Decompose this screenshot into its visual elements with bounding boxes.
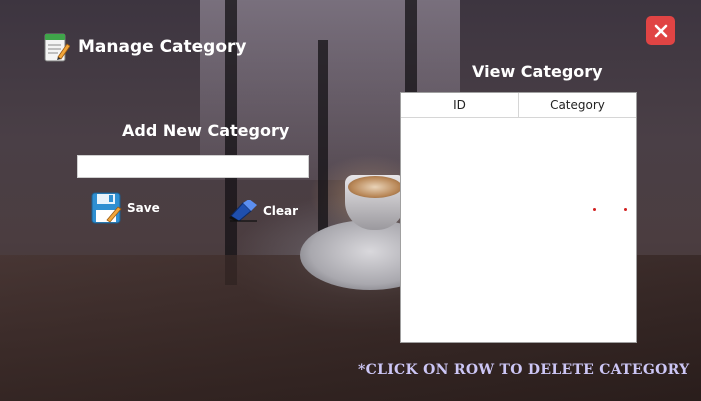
notepad-pencil-icon	[44, 33, 70, 62]
clear-button[interactable]: Clear	[229, 199, 298, 223]
save-button[interactable]: Save	[91, 191, 160, 225]
category-name-input[interactable]	[77, 155, 309, 178]
close-icon	[654, 24, 667, 37]
grid-marker	[593, 208, 596, 211]
background-coffee	[348, 176, 402, 198]
clear-button-label: Clear	[263, 204, 299, 218]
close-button[interactable]	[646, 16, 675, 45]
eraser-icon	[229, 200, 257, 222]
view-category-heading: View Category	[472, 62, 603, 81]
delete-hint-text: *CLICK ON ROW TO DELETE CATEGORY	[358, 362, 690, 378]
column-header-category[interactable]: Category	[519, 93, 636, 117]
floppy-disk-icon	[91, 192, 122, 224]
save-button-label: Save	[127, 201, 160, 215]
window-title-bar: Manage Category	[44, 30, 247, 64]
add-category-heading: Add New Category	[122, 121, 290, 140]
window-title: Manage Category	[78, 37, 247, 57]
grid-header: ID Category	[401, 93, 636, 118]
grid-marker	[624, 208, 627, 211]
category-grid[interactable]: ID Category	[400, 92, 637, 343]
column-header-id[interactable]: ID	[401, 93, 519, 117]
